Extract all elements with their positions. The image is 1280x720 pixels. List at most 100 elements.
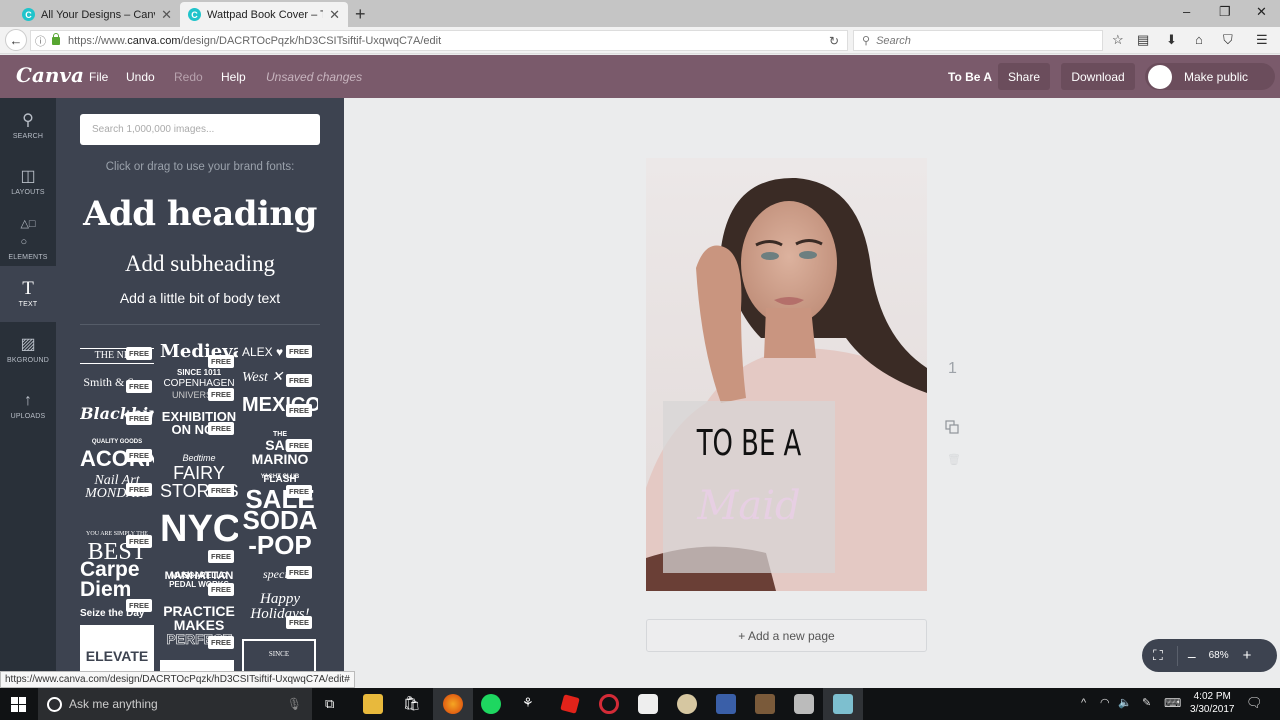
add-page-button[interactable]: + Add a new page	[646, 619, 927, 652]
browser-search-field[interactable]: ⚲ Search	[853, 30, 1103, 51]
microphone-icon[interactable]: 🎙	[287, 697, 302, 711]
sidebar-label: BKGROUND	[6, 357, 50, 364]
close-window-button[interactable]: ✕	[1256, 4, 1267, 20]
sidebar-item-background[interactable]: ▨ BKGROUND	[0, 322, 56, 378]
text-icon: T	[22, 278, 34, 299]
sidebar-label: UPLOADS	[10, 413, 46, 420]
add-subheading-button[interactable]: Add subheading	[56, 251, 344, 277]
new-tab-button[interactable]: +	[355, 4, 366, 25]
divider	[1176, 645, 1178, 666]
cortana-icon	[47, 696, 62, 712]
share-button[interactable]: Share	[998, 63, 1050, 90]
tab-all-designs[interactable]: C All Your Designs – Canva ✕	[14, 2, 180, 27]
restore-button[interactable]: ❐	[1219, 4, 1231, 20]
browser-nav-bar: ← ⓘ https://www.canva.com/design/DACRTOc…	[0, 27, 1280, 54]
close-tab-icon[interactable]: ✕	[161, 7, 172, 23]
add-heading-button[interactable]: Add heading	[56, 194, 344, 234]
image-search-input[interactable]	[80, 114, 320, 145]
pocket-icon[interactable]: ⛉	[1223, 32, 1233, 48]
add-body-text-button[interactable]: Add a little bit of body text	[56, 290, 344, 306]
free-badge: FREE	[286, 616, 313, 629]
action-center-icon[interactable]: 🗨	[1246, 695, 1263, 711]
store-icon[interactable]: 🛍	[403, 695, 421, 712]
save-status: Unsaved changes	[266, 70, 363, 84]
spotify-icon[interactable]	[481, 694, 501, 714]
url-bar[interactable]: ⓘ https://www.canva.com/design/DACRTOcPq…	[30, 30, 848, 51]
show-hidden-icons[interactable]: ^	[1081, 697, 1086, 709]
cortana-search[interactable]: Ask me anything 🎙	[38, 688, 312, 720]
windows-start-icon[interactable]	[11, 697, 26, 712]
app-3-icon[interactable]: ⚘	[522, 695, 534, 711]
design-page[interactable]: TO BE A Maid	[646, 158, 927, 591]
close-tab-icon[interactable]: ✕	[329, 7, 340, 23]
free-badge: FREE	[286, 439, 313, 452]
bookmark-star-icon[interactable]: ☆	[1112, 32, 1124, 48]
system-clock[interactable]: 4:02 PM 3/30/2017	[1190, 690, 1235, 716]
tab-wattpad-book-cover[interactable]: C Wattpad Book Cover – To ... ✕	[180, 2, 348, 27]
download-button[interactable]: Download	[1061, 63, 1135, 90]
app-window-icon[interactable]	[833, 694, 853, 714]
file-explorer-icon[interactable]	[363, 694, 383, 714]
sidebar-item-layouts[interactable]: ◫ LAYOUTS	[0, 154, 56, 210]
tab-title: Wattpad Book Cover – To ...	[207, 8, 323, 21]
make-public-toggle[interactable]: Make public	[1145, 63, 1275, 90]
sidebar-item-elements[interactable]: △□ ○ ELEMENTS	[0, 210, 56, 266]
status-bar-url: https://www.canva.com/design/DACRTOcPqzk…	[0, 671, 355, 688]
keyboard-icon[interactable]: ⌨	[1164, 696, 1181, 710]
app-q-icon[interactable]	[638, 694, 658, 714]
present-icon[interactable]: ⛶	[1153, 647, 1163, 664]
zoom-out-button[interactable]: –	[1188, 648, 1196, 664]
delete-page-icon[interactable]: 🗑	[947, 453, 961, 466]
roblox-icon[interactable]	[560, 694, 580, 714]
volume-icon[interactable]: 🔈	[1118, 696, 1132, 709]
zoom-level[interactable]: 68%	[1209, 650, 1229, 661]
reading-list-icon[interactable]: ▤	[1137, 32, 1149, 48]
movie-maker-icon[interactable]	[716, 694, 736, 714]
cover-subtitle-script[interactable]: Maid	[663, 483, 835, 529]
page-number: 1	[948, 360, 957, 377]
firefox-icon[interactable]	[443, 694, 463, 714]
zoom-in-button[interactable]: +	[1243, 647, 1252, 664]
app-101-icon[interactable]	[599, 694, 619, 714]
sidebar-item-search[interactable]: ⚲ SEARCH	[0, 98, 56, 154]
free-badge: FREE	[126, 599, 153, 612]
pen-icon[interactable]: ✎	[1142, 696, 1151, 709]
menu-redo[interactable]: Redo	[174, 70, 203, 84]
url-text: https://www.canva.com/design/DACRTOcPqzk…	[68, 35, 441, 47]
clock-date: 3/30/2017	[1190, 704, 1235, 715]
menu-undo[interactable]: Undo	[126, 70, 155, 84]
divider	[80, 324, 320, 325]
layouts-icon: ◫	[20, 168, 36, 185]
reload-icon[interactable]: ↻	[829, 34, 839, 48]
wifi-icon[interactable]: ◠	[1100, 696, 1110, 709]
menu-icon[interactable]: ☰	[1256, 32, 1268, 48]
copy-page-icon[interactable]	[945, 420, 959, 434]
sidebar-item-text[interactable]: T TEXT	[0, 266, 56, 322]
design-workspace: TO BE A Maid 1 🗑 + Add a new page ⛶ – 68…	[344, 98, 1280, 688]
search-icon: ⚲	[22, 112, 34, 129]
brand-fonts-hint: Click or drag to use your brand fonts:	[105, 161, 295, 173]
url-path: /design/DACRTOcPqzk/hD3CSITsiftif-UxqwqC…	[180, 34, 442, 47]
cover-title[interactable]: TO BE A	[687, 423, 811, 464]
menu-file[interactable]: File	[89, 70, 108, 84]
app-gear-icon[interactable]	[755, 694, 775, 714]
back-icon: ←	[9, 32, 23, 48]
canva-logo[interactable]: Canva	[16, 63, 84, 87]
free-badge: FREE	[208, 636, 235, 649]
info-icon[interactable]: ⓘ	[35, 33, 46, 49]
browser-search-placeholder: Search	[876, 34, 911, 47]
minimize-button[interactable]: –	[1183, 4, 1190, 19]
home-icon[interactable]: ⌂	[1195, 32, 1203, 47]
design-title[interactable]: To Be A	[948, 70, 992, 84]
free-badge: FREE	[286, 345, 313, 358]
camtasia-icon[interactable]	[794, 694, 814, 714]
title-overlay-box[interactable]: TO BE A Maid	[663, 401, 835, 573]
sidebar-item-uploads[interactable]: ↑ UPLOADS	[0, 378, 56, 434]
downloads-icon[interactable]: ⬇	[1166, 32, 1177, 48]
canva-favicon-icon: C	[22, 8, 35, 21]
sidebar-label: LAYOUTS	[11, 189, 45, 196]
menu-help[interactable]: Help	[221, 70, 246, 84]
task-view-icon[interactable]: ⧉	[325, 696, 334, 712]
paint-icon[interactable]	[677, 694, 697, 714]
back-button[interactable]: ←	[5, 29, 27, 51]
